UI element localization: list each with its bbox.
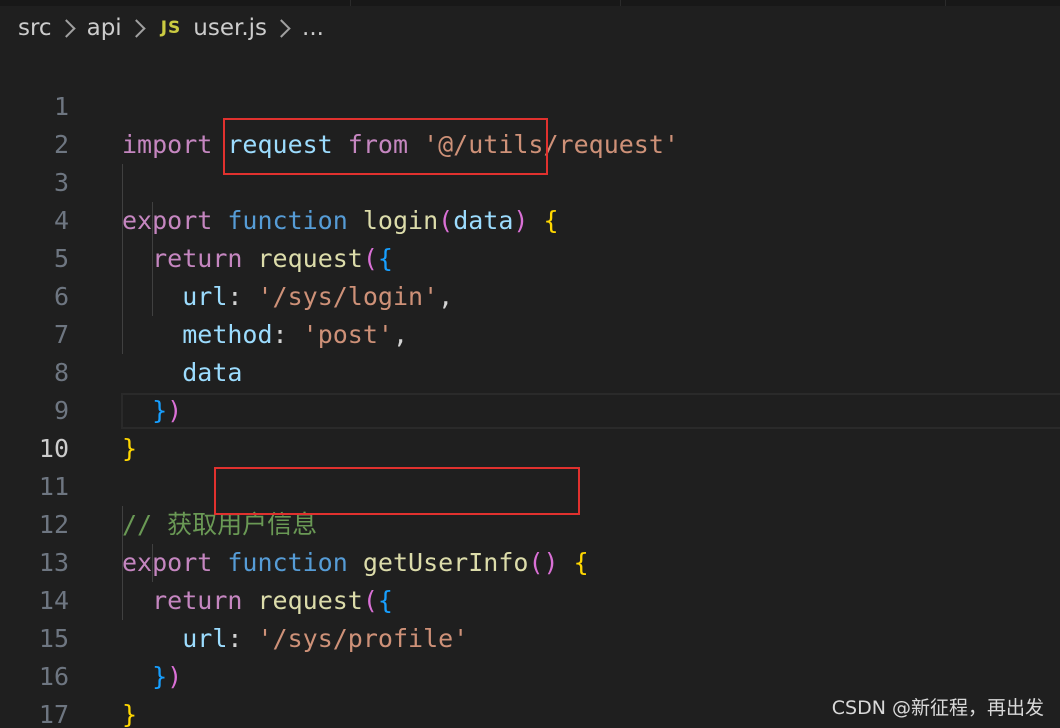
annotation-box-getuserinfo-signature	[214, 467, 580, 515]
breadcrumb-item-src[interactable]: src	[18, 15, 52, 41]
code-line[interactable]: 14 url: '/sys/profile'	[0, 544, 1060, 653]
code-line[interactable]: 11 // 获取用户信息	[0, 430, 1060, 539]
indent-guide	[122, 506, 123, 620]
code-line[interactable]: 16 }	[0, 620, 1060, 728]
chevron-right-icon	[126, 18, 146, 38]
indent-guide	[152, 202, 153, 316]
code-line[interactable]: 15 })	[0, 582, 1060, 691]
code-line[interactable]: 7 data	[0, 278, 1060, 387]
code-line[interactable]: 17	[0, 658, 1060, 728]
token: }	[122, 700, 138, 728]
code-line[interactable]: 5 url: '/sys/login',	[0, 202, 1060, 311]
breadcrumb-item-symbols[interactable]: ...	[302, 15, 324, 41]
code-line[interactable]: 6 method: 'post',	[0, 240, 1060, 349]
javascript-file-icon: JS	[160, 18, 182, 38]
code-editor[interactable]: src api JS user.js ... 1 import request …	[0, 0, 1060, 728]
code-line-current[interactable]: 10	[0, 392, 1060, 463]
breadcrumb: src api JS user.js ...	[0, 6, 1060, 50]
code-line[interactable]: 9 }	[0, 354, 1060, 463]
chevron-right-icon	[56, 18, 76, 38]
watermark: CSDN @新征程，再出发	[831, 697, 1044, 719]
breadcrumb-item-api[interactable]: api	[87, 15, 122, 41]
chevron-right-icon	[272, 18, 291, 38]
annotation-box-login-signature	[223, 118, 548, 175]
breadcrumb-item-file[interactable]: user.js	[193, 15, 267, 41]
indent-guide	[152, 544, 153, 582]
code-line[interactable]: 1 import request from '@/utils/request'	[0, 50, 1060, 159]
line-content: }	[122, 696, 137, 728]
indent-guide	[122, 164, 123, 354]
line-number: 17	[38, 700, 69, 728]
code-line[interactable]: 8 })	[0, 316, 1060, 425]
